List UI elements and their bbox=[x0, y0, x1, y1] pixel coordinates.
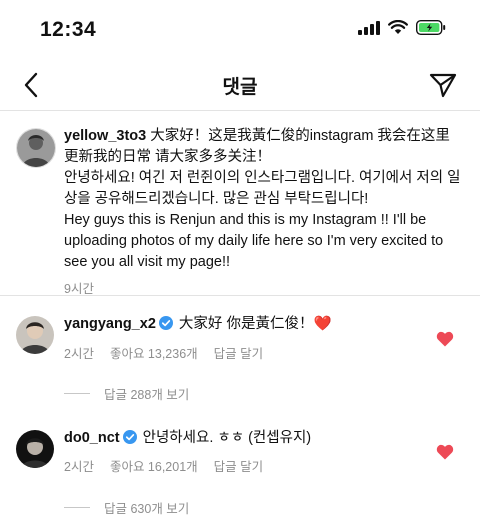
comment-likes[interactable]: 좋아요 16,201개 bbox=[110, 456, 198, 475]
status-bar: 12:34 bbox=[0, 0, 480, 60]
verified-badge-icon bbox=[122, 430, 137, 451]
avatar-photo bbox=[16, 430, 54, 468]
wifi-icon bbox=[388, 20, 408, 34]
verified-badge-icon bbox=[158, 316, 173, 337]
status-time: 12:34 bbox=[40, 18, 97, 41]
header-divider bbox=[0, 110, 480, 111]
paper-plane-icon bbox=[429, 73, 457, 98]
share-button[interactable] bbox=[424, 66, 462, 104]
comment-username[interactable]: do0_nct bbox=[64, 430, 120, 446]
caption-avatar[interactable] bbox=[16, 128, 56, 168]
status-icons bbox=[358, 20, 446, 35]
avatar-photo bbox=[17, 129, 55, 167]
comment-text: 안녕하세요. ㅎㅎ (컨셉유지) bbox=[142, 430, 312, 446]
comment-time: 2시간 bbox=[64, 347, 94, 361]
comment-time: 2시간 bbox=[64, 460, 94, 474]
comment-body: do0_nct 안녕하세요. ㅎㅎ (컨셉유지) bbox=[64, 428, 424, 451]
nav-header: 댓글 bbox=[0, 62, 480, 108]
avatar-photo bbox=[16, 316, 54, 354]
replies-line bbox=[64, 393, 90, 394]
signal-icon bbox=[358, 20, 380, 35]
view-replies-label: 답글 630개 보기 bbox=[104, 502, 190, 516]
view-replies-label: 답글 288개 보기 bbox=[104, 388, 190, 402]
like-button[interactable] bbox=[434, 441, 456, 463]
comment-avatar[interactable] bbox=[16, 316, 54, 354]
caption-username[interactable]: yellow_3to3 bbox=[64, 128, 146, 144]
comment-username[interactable]: yangyang_x2 bbox=[64, 316, 156, 332]
comment-text: 大家好 你是黃仁俊！❤️ bbox=[178, 316, 332, 332]
replies-line bbox=[64, 507, 90, 508]
caption-body: yellow_3to3 大家好！这是我黃仁俊的instagram 我会在这里更新… bbox=[64, 126, 464, 300]
comment-avatar[interactable] bbox=[16, 430, 54, 468]
comment-meta: 2시간 좋아요 13,236개 답글 달기 bbox=[64, 343, 263, 362]
view-replies-button[interactable]: 답글 288개 보기 bbox=[64, 384, 189, 403]
caption-text-en: Hey guys this is Renjun and this is my I… bbox=[64, 212, 444, 270]
page-title: 댓글 bbox=[222, 77, 258, 98]
caption-time: 9시간 bbox=[64, 282, 94, 296]
view-replies-button[interactable]: 답글 630개 보기 bbox=[64, 498, 189, 517]
like-button[interactable] bbox=[434, 328, 456, 350]
comment-meta: 2시간 좋아요 16,201개 답글 달기 bbox=[64, 456, 263, 475]
reply-button[interactable]: 답글 달기 bbox=[214, 456, 263, 475]
comment-likes[interactable]: 좋아요 13,236개 bbox=[110, 343, 198, 362]
battery-icon bbox=[416, 20, 446, 35]
heart-filled-icon bbox=[436, 444, 454, 460]
heart-filled-icon bbox=[436, 331, 454, 347]
caption-text-ko: 안녕하세요! 여긴 저 런쥔이의 인스타그램입니다. 여기에서 저의 일상을 공… bbox=[64, 170, 461, 207]
caption-divider bbox=[0, 295, 480, 296]
comment-body: yangyang_x2 大家好 你是黃仁俊！❤️ bbox=[64, 314, 424, 337]
reply-button[interactable]: 답글 달기 bbox=[214, 343, 263, 362]
